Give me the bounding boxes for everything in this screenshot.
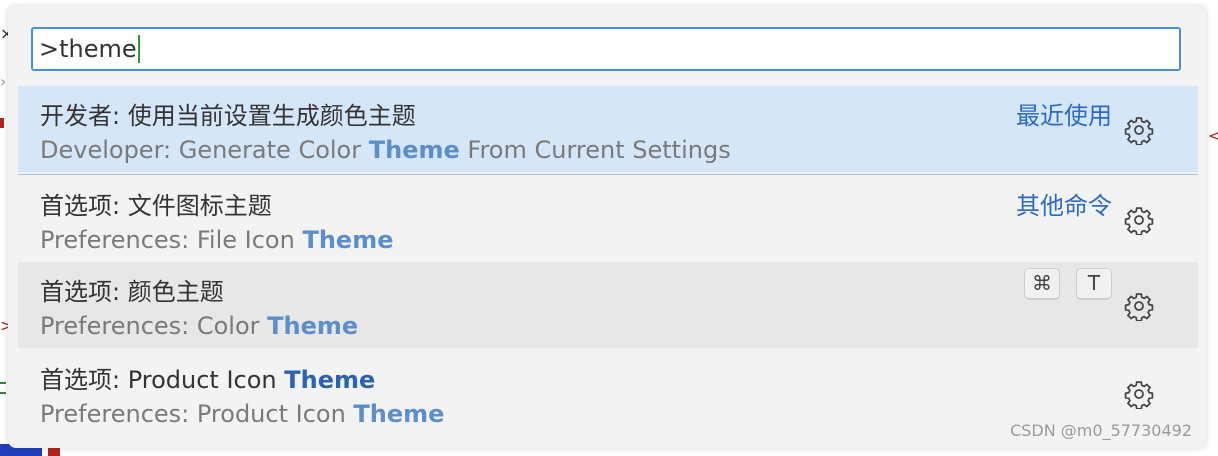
keybinding-key-cmd: ⌘ — [1024, 268, 1060, 300]
command-detail: Developer: Generate Color Theme From Cur… — [40, 136, 731, 164]
match-highlight: Theme — [267, 312, 359, 340]
code-glyph-green — [0, 382, 6, 394]
command-item-generate-color-theme[interactable]: 开发者: 使用当前设置生成颜色主题 Developer: Generate Co… — [18, 86, 1198, 172]
group-separator — [18, 174, 1198, 175]
command-label: 首选项: 颜色主题 — [40, 278, 224, 306]
command-palette-input-value[interactable]: >theme — [39, 35, 137, 63]
watermark: CSDN @m0_57730492 — [1010, 421, 1192, 440]
match-highlight: Theme — [353, 400, 445, 428]
gear-icon[interactable] — [1124, 205, 1154, 235]
other-commands-tag: 其他命令 — [1016, 192, 1112, 220]
code-glyph-red — [0, 118, 4, 128]
gear-icon[interactable] — [1124, 379, 1154, 409]
recently-used-tag: 最近使用 — [1016, 102, 1112, 130]
command-palette-input[interactable]: >theme — [31, 27, 1181, 71]
keybinding-key-t: T — [1076, 268, 1112, 300]
match-highlight: Theme — [368, 136, 460, 164]
gear-icon[interactable] — [1124, 115, 1154, 145]
command-detail: Preferences: Product Icon Theme — [40, 400, 445, 428]
match-highlight: Theme — [284, 366, 376, 394]
command-detail: Preferences: Color Theme — [40, 312, 359, 340]
command-label: 首选项: Product Icon Theme — [40, 366, 376, 394]
command-item-color-theme[interactable]: 首选项: 颜色主题 Preferences: Color Theme ⌘ T — [18, 262, 1198, 348]
command-detail: Preferences: File Icon Theme — [40, 226, 394, 254]
command-palette: >theme 开发者: 使用当前设置生成颜色主题 Developer: Gene… — [8, 6, 1206, 448]
command-label: 开发者: 使用当前设置生成颜色主题 — [40, 102, 416, 130]
command-item-file-icon-theme[interactable]: 首选项: 文件图标主题 Preferences: File Icon Theme… — [18, 176, 1198, 262]
code-glyph-red-right: < — [1208, 126, 1218, 145]
gear-icon[interactable] — [1124, 291, 1154, 321]
chevron-right-icon[interactable]: › — [0, 74, 6, 90]
text-caret — [137, 35, 140, 63]
command-label: 首选项: 文件图标主题 — [40, 192, 272, 220]
match-highlight: Theme — [302, 226, 394, 254]
